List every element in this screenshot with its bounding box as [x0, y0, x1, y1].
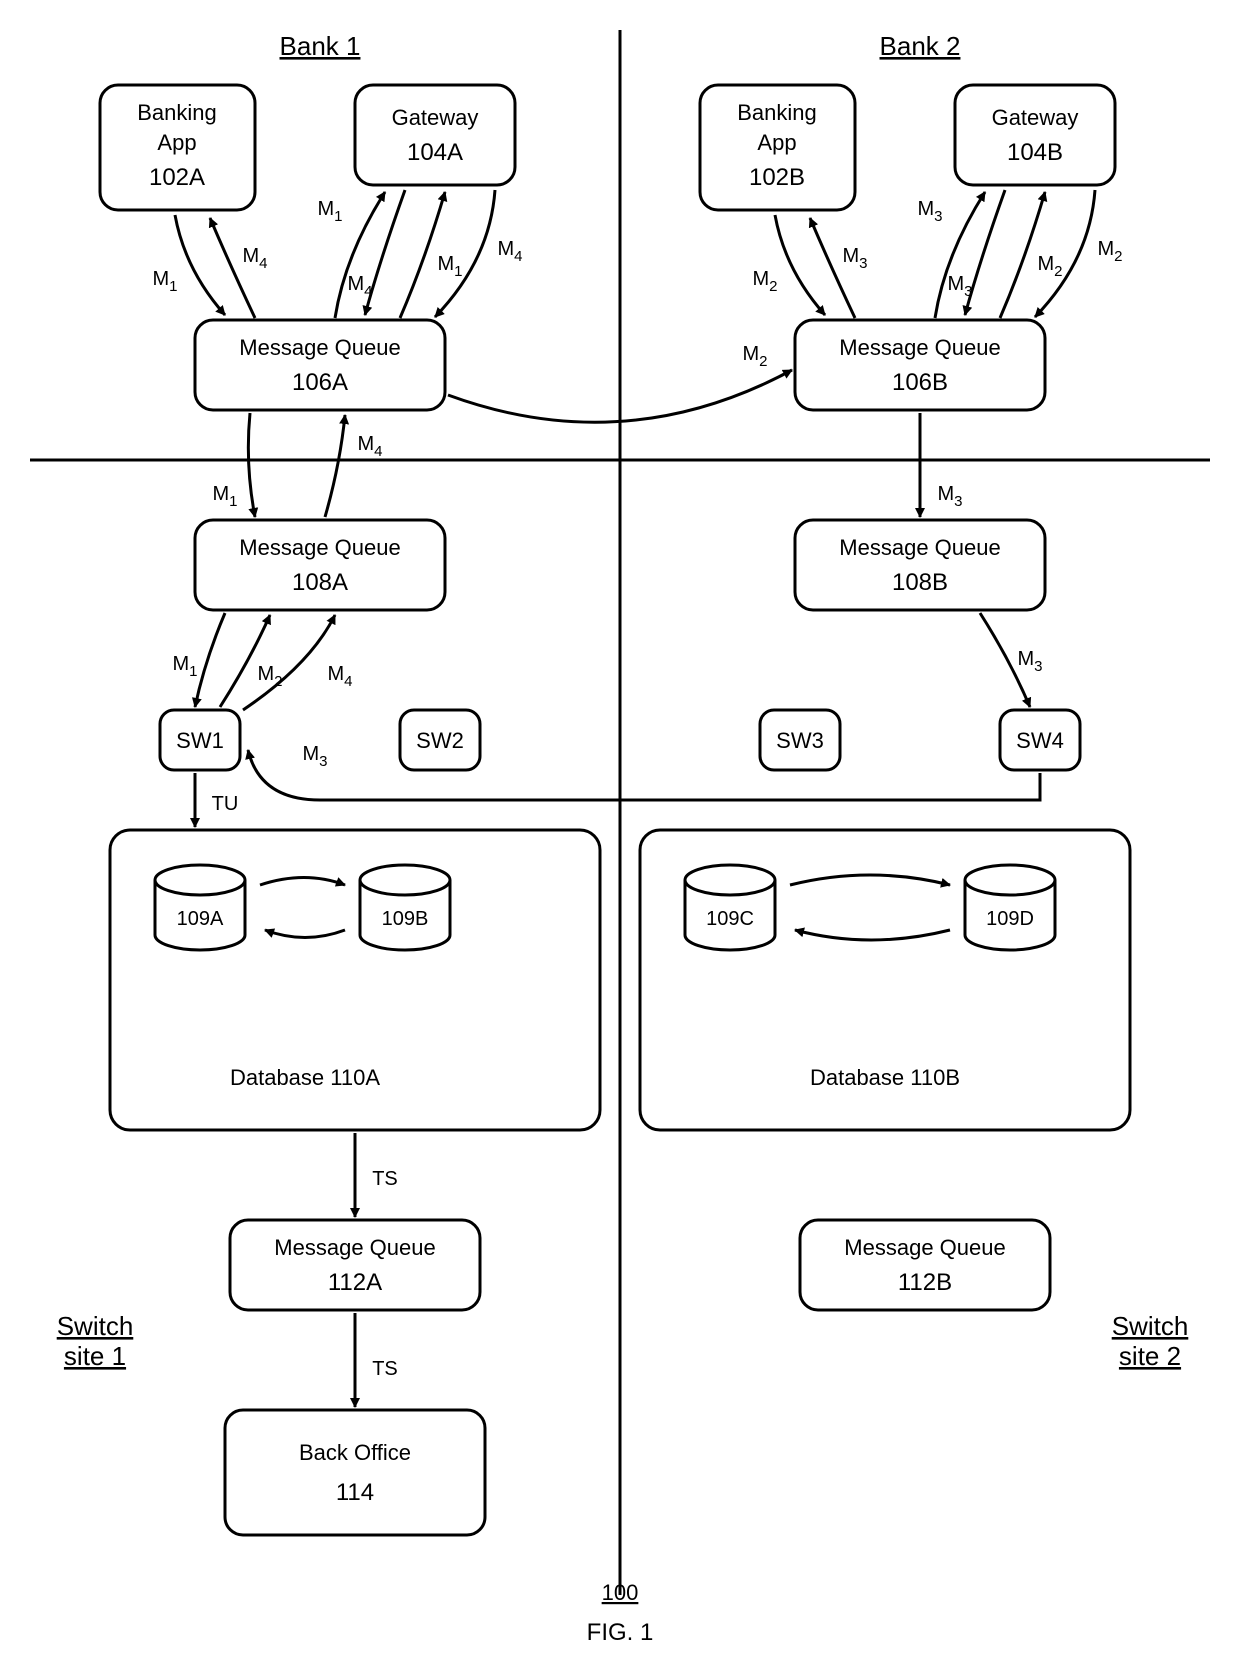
figure-label: FIG. 1 — [587, 1619, 654, 1646]
arrow-sw4-sw1-m3 — [248, 750, 1040, 800]
mq-112b-l1: Message Queue — [844, 1235, 1005, 1260]
sw1-label: SW1 — [176, 728, 224, 753]
bank1-header: Bank 1 — [280, 31, 361, 61]
svg-text:M1: M1 — [172, 653, 197, 680]
svg-text:M3: M3 — [302, 743, 327, 770]
mq-108b-l2: 108B — [892, 569, 948, 596]
svg-text:M1: M1 — [212, 483, 237, 510]
gateway-104a-l1: Gateway — [392, 105, 479, 130]
banking-app-102b-l2: App — [757, 130, 796, 155]
svg-text:M2: M2 — [752, 268, 777, 295]
gateway-104b-l1: Gateway — [992, 105, 1079, 130]
svg-text:M3: M3 — [1017, 648, 1042, 675]
mq-108a-l2: 108A — [292, 569, 348, 596]
back-office-l2: 114 — [336, 1479, 374, 1506]
banking-app-102b-l3: 102B — [749, 164, 805, 191]
arrow-108a-106a-m4 — [325, 415, 345, 517]
cylinder-109b: 109B — [360, 865, 450, 950]
mq-106a — [195, 320, 445, 410]
svg-text:M4: M4 — [497, 238, 522, 265]
svg-text:109A: 109A — [177, 908, 224, 930]
svg-text:M2: M2 — [742, 343, 767, 370]
svg-text:M4: M4 — [357, 433, 382, 460]
gateway-104b-l2: 104B — [1007, 139, 1063, 166]
mq-106a-l2: 106A — [292, 369, 348, 396]
sw4-label: SW4 — [1016, 728, 1064, 753]
arrow-sw1-108a-m2 — [220, 615, 270, 707]
svg-text:109C: 109C — [706, 908, 754, 930]
svg-text:M3: M3 — [842, 245, 867, 272]
svg-text:M3: M3 — [917, 198, 942, 225]
figure-num: 100 — [602, 1580, 639, 1605]
mq-112a — [230, 1220, 480, 1310]
svg-text:109D: 109D — [986, 908, 1034, 930]
svg-text:M1: M1 — [437, 253, 462, 280]
svg-text:TU: TU — [212, 793, 239, 815]
sw3-label: SW3 — [776, 728, 824, 753]
bank2-header: Bank 2 — [880, 31, 961, 61]
mq-106b-l1: Message Queue — [839, 335, 1000, 360]
db-110a-l1: Database 110A — [230, 1065, 380, 1090]
svg-text:M4: M4 — [327, 663, 352, 690]
cylinder-109a: 109A — [155, 865, 245, 950]
mq-106a-l1: Message Queue — [239, 335, 400, 360]
cylinder-109c: 109C — [685, 865, 775, 950]
back-office-l1: Back Office — [299, 1440, 411, 1465]
mq-112a-l1: Message Queue — [274, 1235, 435, 1260]
mq-108a-l1: Message Queue — [239, 535, 400, 560]
mq-108b — [795, 520, 1045, 610]
svg-text:M1: M1 — [317, 198, 342, 225]
svg-text:M3: M3 — [937, 483, 962, 510]
mq-108b-l1: Message Queue — [839, 535, 1000, 560]
svg-text:M1: M1 — [152, 268, 177, 295]
arrow-108a-sw1-m1 — [195, 613, 225, 707]
mq-112b-l2: 112B — [898, 1269, 952, 1296]
banking-app-102a-l3: 102A — [149, 164, 205, 191]
site1-label: Switchsite 1 — [57, 1311, 134, 1371]
mq-112b — [800, 1220, 1050, 1310]
svg-text:TS: TS — [372, 1168, 398, 1190]
arrow-102b-106b-m2 — [775, 215, 825, 315]
mq-106b-l2: 106B — [892, 369, 948, 396]
mq-112a-l2: 112A — [328, 1269, 382, 1296]
site2-label: Switchsite 2 — [1112, 1311, 1189, 1371]
svg-text:M4: M4 — [347, 273, 372, 300]
gateway-104b — [955, 85, 1115, 185]
svg-text:M3: M3 — [947, 273, 972, 300]
svg-text:M2: M2 — [1097, 238, 1122, 265]
arrow-106a-108a-m1 — [248, 413, 255, 517]
back-office-114 — [225, 1410, 485, 1535]
banking-app-102a-l2: App — [157, 130, 196, 155]
svg-text:TS: TS — [372, 1358, 398, 1380]
cylinder-109d: 109D — [965, 865, 1055, 950]
mq-106b — [795, 320, 1045, 410]
gateway-104a — [355, 85, 515, 185]
svg-text:M2: M2 — [257, 663, 282, 690]
svg-text:109B: 109B — [382, 908, 429, 930]
arrow-102a-106a-m1 — [175, 215, 225, 315]
svg-text:M2: M2 — [1037, 253, 1062, 280]
banking-app-102b-l1: Banking — [737, 100, 817, 125]
db-110b-l1: Database 110B — [810, 1065, 960, 1090]
gateway-104a-l2: 104A — [407, 139, 463, 166]
svg-text:M4: M4 — [242, 245, 267, 272]
banking-app-102a-l1: Banking — [137, 100, 217, 125]
sw2-label: SW2 — [416, 728, 464, 753]
mq-108a — [195, 520, 445, 610]
diagram: Bank 1 Bank 2 Banking App 102A Gateway 1… — [0, 0, 1240, 1664]
